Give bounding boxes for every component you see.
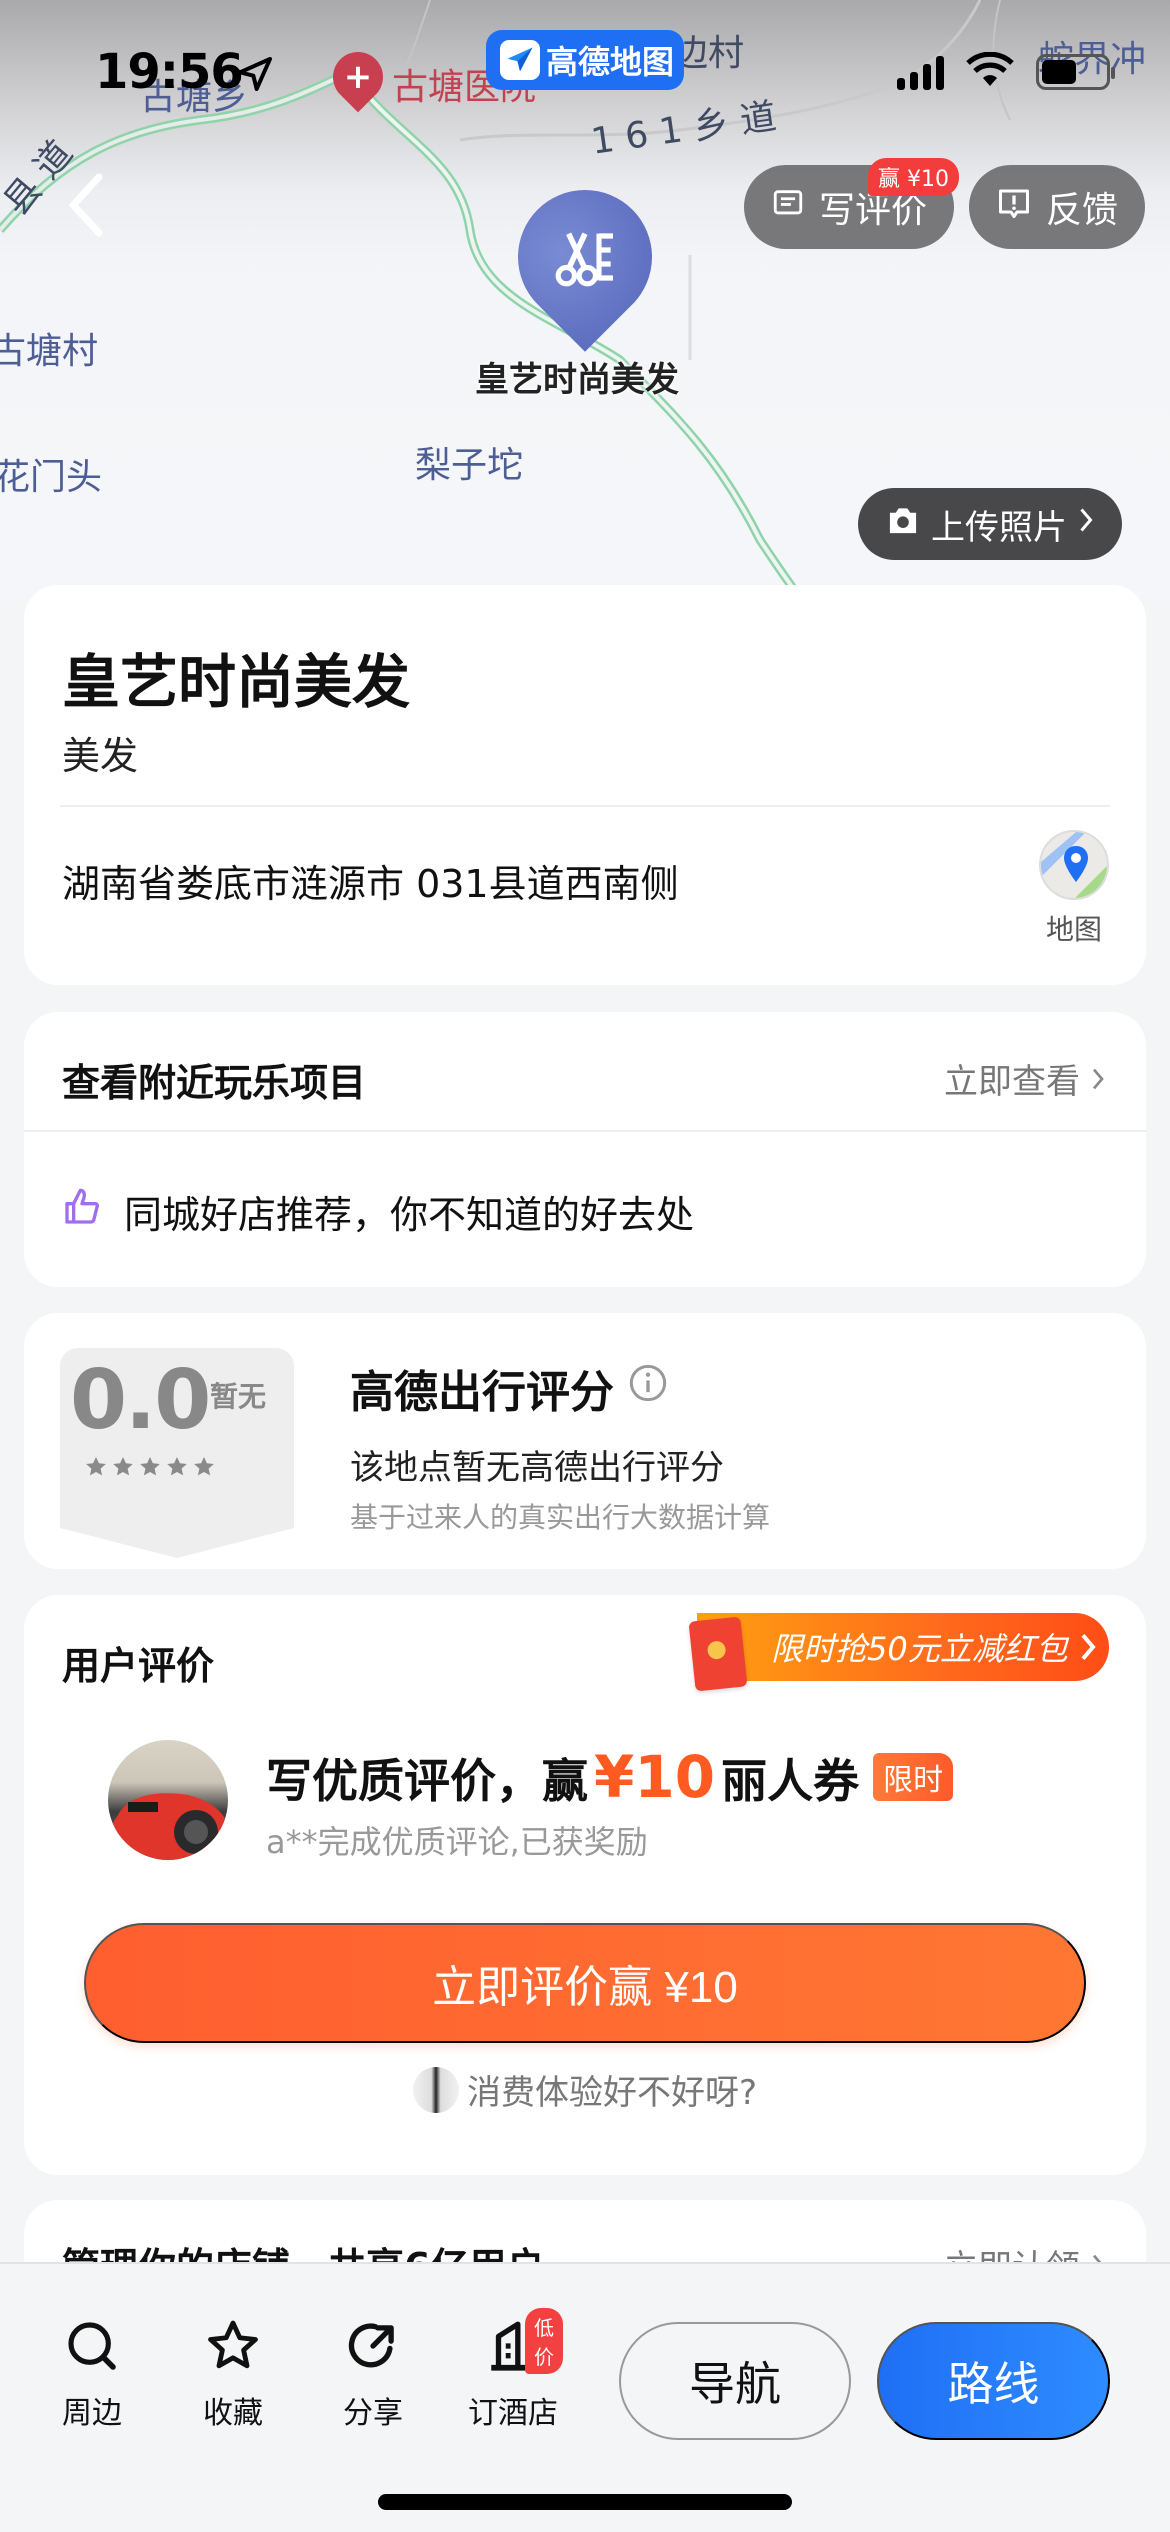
divider — [60, 805, 1110, 807]
reviews-title: 用户评价 — [62, 1644, 215, 1688]
score-title: 高德出行评分 — [350, 1367, 614, 1418]
home-indicator — [378, 2494, 792, 2510]
star-icon — [194, 1457, 214, 1476]
map-globe-icon — [1039, 830, 1109, 900]
star-icon — [113, 1457, 133, 1476]
score-stars — [84, 1455, 216, 1479]
upload-photo-label: 上传照片 — [931, 507, 1067, 548]
battery-icon — [1036, 54, 1115, 90]
scissors-comb-icon — [518, 190, 652, 324]
back-button[interactable] — [60, 170, 120, 250]
amap-brand-text: 高德地图 — [546, 43, 675, 81]
navigate-button[interactable]: 导航 — [619, 2322, 851, 2440]
experience-prompt[interactable]: 消费体验好不好呀? — [24, 2065, 1146, 2114]
tab-nearby[interactable]: 周边 — [42, 2314, 142, 2432]
experience-prompt-text: 消费体验好不好呀? — [466, 2073, 758, 2113]
camera-icon — [885, 504, 921, 545]
amap-logo-icon — [500, 40, 540, 80]
tab-share[interactable]: 分享 — [323, 2314, 423, 2432]
wifi-icon — [966, 51, 1014, 92]
chevron-right-icon — [1081, 1634, 1096, 1660]
route-button[interactable]: 路线 — [877, 2322, 1110, 2440]
map-label-huamentou: 花门头 — [0, 457, 103, 498]
poi-category: 美发 — [62, 734, 139, 778]
red-packet-icon — [688, 1616, 748, 1692]
chevron-left-icon — [68, 173, 103, 237]
travel-score-card: 0.0 暂无 高德出行评分 该地点暂无高德出行评分 基于过来人的真实出行大数据计… — [24, 1313, 1146, 1569]
poi-marker-label: 皇艺时尚美发 — [475, 360, 679, 400]
poi-address[interactable]: 湖南省娄底市涟源市 031县道西南侧 — [62, 853, 679, 908]
star-icon — [140, 1457, 160, 1476]
feedback-button[interactable]: 反馈 — [969, 165, 1145, 249]
promo-banner-label: 限时抢50元立减红包 — [771, 1630, 1068, 1668]
upload-photo-button[interactable]: 上传照片 — [858, 488, 1122, 560]
tab-favorite-label: 收藏 — [203, 2396, 263, 2431]
poi-name: 皇艺时尚美发 — [62, 648, 411, 716]
tab-hotel[interactable]: 低价 订酒店 — [463, 2308, 563, 2432]
review-reward-badge: 赢 ¥10 — [868, 158, 959, 196]
chevron-right-icon — [1092, 1068, 1104, 1089]
reviewer-avatar — [108, 1740, 228, 1860]
score-value: 0.0 — [70, 1353, 211, 1448]
thumbs-up-icon — [62, 1187, 102, 1236]
map-shortcut-label: 地图 — [1045, 913, 1102, 946]
search-icon — [42, 2314, 142, 2378]
map-view[interactable]: 古塘乡 + 古塘医院 边村 蛇界冲 1 6 1 乡 道 县 道 古塘村 花门头 … — [0, 0, 1170, 600]
location-arrow-icon — [235, 54, 275, 98]
tab-hotel-label: 订酒店 — [468, 2396, 558, 2431]
user-reviews-card: 用户评价 限时抢50元立减红包 写优质评价，赢 ¥10 丽人券 限时 a**完成… — [24, 1595, 1146, 2175]
review-now-button[interactable]: 立即评价赢 ¥10 — [84, 1923, 1086, 2043]
view-now-label: 立即查看 — [944, 1062, 1080, 1102]
share-icon — [323, 2314, 423, 2378]
tab-share-label: 分享 — [343, 2396, 403, 2431]
limited-time-tag: 限时 — [873, 1753, 954, 1801]
score-description: 该地点暂无高德出行评分 — [350, 1448, 724, 1488]
map-shortcut-button[interactable]: 地图 — [1036, 830, 1112, 948]
promo-subtitle: a**完成优质评论,已获奖励 — [266, 1823, 648, 1861]
star-icon — [86, 1457, 106, 1476]
status-time: 19:56 — [95, 44, 244, 100]
amap-brand-badge[interactable]: 高德地图 — [486, 30, 684, 90]
feedback-icon — [996, 185, 1032, 230]
cellular-signal-icon — [897, 54, 944, 90]
star-icon — [183, 2314, 283, 2378]
comment-icon — [771, 186, 805, 229]
nearby-card: 查看附近玩乐项目 立即查看 同城好店推荐，你不知道的好去处 — [24, 1012, 1146, 1287]
red-packet-promo-button[interactable]: 限时抢50元立减红包 — [697, 1613, 1109, 1681]
score-none-label: 暂无 — [210, 1380, 267, 1413]
tab-favorite[interactable]: 收藏 — [183, 2314, 283, 2432]
promo-amount: ¥10 — [594, 1743, 716, 1811]
hospital-marker[interactable]: + — [322, 41, 394, 113]
plus-icon: + — [343, 57, 373, 97]
score-subtitle: 基于过来人的真实出行大数据计算 — [350, 1501, 771, 1534]
chevron-right-icon — [1077, 504, 1095, 544]
review-promo-title: 写优质评价，赢 ¥10 丽人券 限时 — [266, 1743, 954, 1811]
bottom-action-bar: 周边 收藏 分享 低价 订酒店 导航 路线 — [0, 2262, 1170, 2532]
status-icons — [897, 51, 1115, 92]
nearby-recommendation-text: 同城好店推荐，你不知道的好去处 — [124, 1193, 695, 1237]
feedback-label: 反馈 — [1045, 190, 1118, 231]
star-icon — [167, 1457, 187, 1476]
low-price-badge: 低价 — [525, 2308, 563, 2374]
nearby-recommendation[interactable]: 同城好店推荐，你不知道的好去处 — [62, 1184, 694, 1239]
prompt-avatar — [412, 2066, 459, 2113]
map-label-lizituo: 梨子坨 — [415, 445, 524, 486]
promo-title-suffix: 丽人券 — [721, 1754, 860, 1808]
promo-title-prefix: 写优质评价，赢 — [266, 1754, 588, 1808]
tab-nearby-label: 周边 — [62, 2396, 122, 2431]
view-now-link[interactable]: 立即查看 — [944, 1054, 1106, 1103]
score-title-row: 高德出行评分 — [350, 1356, 668, 1420]
nearby-title: 查看附近玩乐项目 — [62, 1061, 367, 1105]
info-icon[interactable] — [628, 1363, 668, 1414]
map-label-gutang-cun: 古塘村 — [0, 331, 99, 372]
poi-info-card: 皇艺时尚美发 美发 湖南省娄底市涟源市 031县道西南侧 地图 — [24, 585, 1146, 985]
divider — [24, 1130, 1146, 1132]
